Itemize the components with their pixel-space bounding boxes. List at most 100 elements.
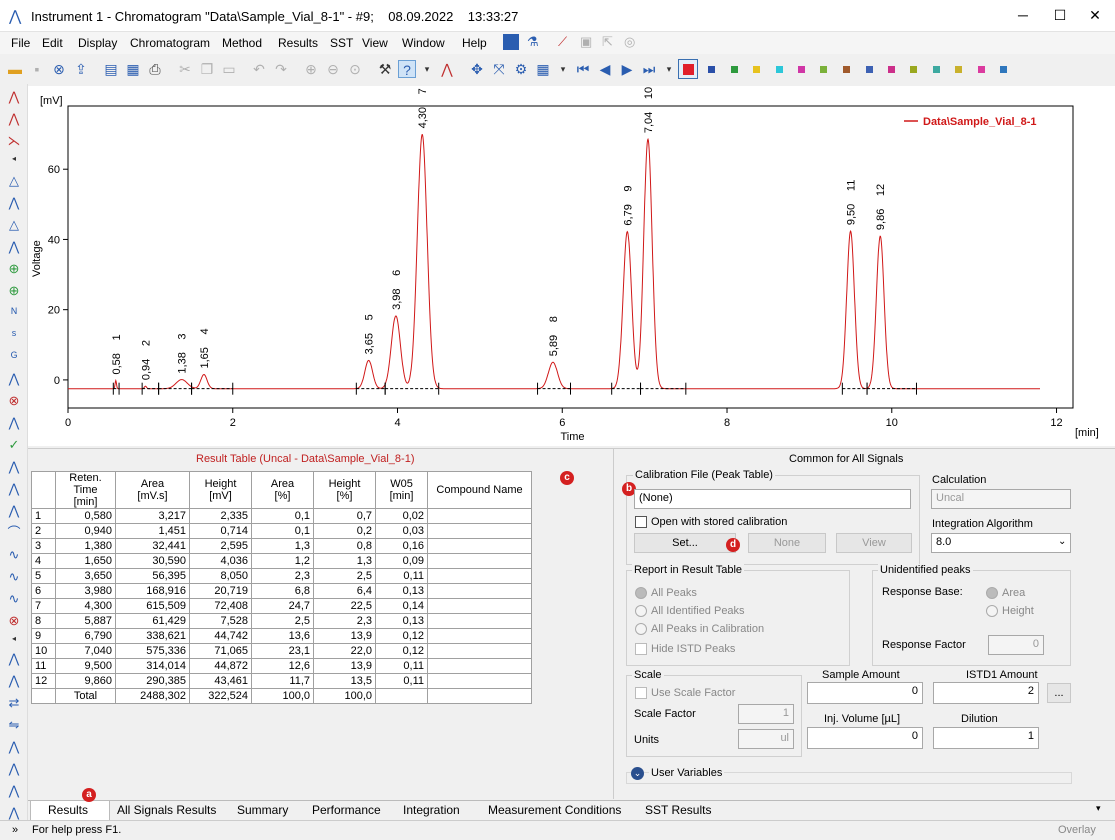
table-cell[interactable]: 71,065 [189, 643, 252, 659]
table-cell[interactable]: 9 [31, 628, 56, 644]
istd-more-button[interactable]: ... [1047, 683, 1071, 703]
table-row[interactable]: Total 2488,302 322,524 100,0 100,0 [31, 688, 532, 704]
table-cell[interactable] [31, 688, 56, 704]
table-row[interactable]: 11 9,500 314,014 44,872 12,6 13,9 0,11 [31, 658, 532, 674]
table-cell[interactable]: 3,650 [55, 568, 116, 584]
table-cell[interactable]: 575,336 [115, 643, 190, 659]
color-swatch[interactable] [978, 66, 985, 73]
table-cell[interactable]: 3,217 [115, 508, 190, 524]
open-folder-icon[interactable]: ▬ [6, 60, 24, 78]
redo-icon[interactable]: ↷ [272, 60, 290, 78]
radio-identified[interactable] [635, 605, 647, 617]
add-peak-icon[interactable]: ⊕ [5, 260, 23, 278]
expand-icon[interactable]: ⌄ [631, 767, 644, 780]
table-cell[interactable]: 10 [31, 643, 56, 659]
peak-icon[interactable]: ⋀ [5, 414, 23, 432]
graph-icon[interactable]: ⟋ [558, 34, 567, 50]
help-tool-icon[interactable]: ? [398, 60, 416, 78]
table-cell[interactable] [427, 583, 532, 599]
units-field[interactable]: ul [738, 729, 794, 749]
table-cell[interactable]: 100,0 [251, 688, 314, 704]
zoom-fit-icon[interactable]: ⊙ [346, 60, 364, 78]
table-cell[interactable]: 56,395 [115, 568, 190, 584]
table-cell[interactable]: 0,714 [189, 523, 252, 539]
hide-istd-checkbox[interactable] [635, 643, 647, 655]
column-header[interactable]: W05 [min] [375, 471, 428, 509]
move-icon[interactable]: ✥ [468, 60, 486, 78]
image-icon[interactable]: ▣ [580, 34, 592, 50]
color-swatch[interactable] [731, 66, 738, 73]
tab-summary[interactable]: Summary [237, 803, 288, 817]
table-cell[interactable]: 2,595 [189, 538, 252, 554]
table-row[interactable]: 8 5,887 61,429 7,528 2,5 2,3 0,13 [31, 613, 532, 629]
table-cell[interactable]: 6,4 [313, 583, 376, 599]
color-swatch[interactable] [888, 66, 895, 73]
table-cell[interactable]: 43,461 [189, 673, 252, 689]
table-cell[interactable]: 30,590 [115, 553, 190, 569]
tab-performance[interactable]: Performance [312, 803, 381, 817]
slope-icon[interactable]: ˢ [5, 326, 23, 344]
color-swatch[interactable] [820, 66, 827, 73]
table-cell[interactable]: 0,7 [313, 508, 376, 524]
table-cell[interactable]: 13,9 [313, 658, 376, 674]
expand-icon[interactable]: ⤧ [490, 60, 508, 78]
table-cell[interactable]: 20,719 [189, 583, 252, 599]
table-cell[interactable]: 12 [31, 673, 56, 689]
table-cell[interactable]: 0,14 [375, 598, 428, 614]
table-cell[interactable]: 615,509 [115, 598, 190, 614]
import-icon[interactable]: ⇪ [72, 60, 90, 78]
table-row[interactable]: 6 3,980 168,916 20,719 6,8 6,4 0,13 [31, 583, 532, 599]
color-swatch[interactable] [798, 66, 805, 73]
preview-icon[interactable]: ▤ [102, 60, 120, 78]
table-cell[interactable]: 12,6 [251, 658, 314, 674]
table-cell[interactable]: 8 [31, 613, 56, 629]
table-cell[interactable]: 6,790 [55, 628, 116, 644]
table-cell[interactable]: 6 [31, 583, 56, 599]
table-cell[interactable] [427, 553, 532, 569]
table-cell[interactable]: 61,429 [115, 613, 190, 629]
table-cell[interactable]: 0,580 [55, 508, 116, 524]
cut-icon[interactable]: ✂ [176, 60, 194, 78]
peak-icon[interactable]: ∿ [5, 546, 23, 564]
color-swatch[interactable] [843, 66, 850, 73]
table-cell[interactable]: 2,5 [313, 568, 376, 584]
none-button[interactable]: None [748, 533, 826, 553]
table-cell[interactable]: 4,036 [189, 553, 252, 569]
menu-window[interactable]: Window [402, 36, 445, 50]
tab-integration[interactable]: Integration [403, 803, 460, 817]
table-cell[interactable]: 44,742 [189, 628, 252, 644]
check-icon[interactable]: ✓ [5, 436, 23, 454]
column-header[interactable]: Height [mV] [189, 471, 252, 509]
table-cell[interactable]: 2,335 [189, 508, 252, 524]
status-arrows[interactable]: » [12, 824, 18, 836]
table-cell[interactable]: 44,872 [189, 658, 252, 674]
table-cell[interactable]: 2488,302 [115, 688, 190, 704]
table-cell[interactable] [427, 643, 532, 659]
scale-factor-field[interactable]: 1 [738, 704, 794, 724]
chevron-down-icon[interactable]: ▾ [554, 60, 572, 78]
radio-in-calibration[interactable] [635, 623, 647, 635]
result-table[interactable]: Reten. Time [min] Area [mV.s] Height [mV] A… [31, 471, 532, 704]
disc-icon[interactable]: ◎ [624, 34, 635, 50]
delete-icon[interactable]: ⊗ [5, 612, 23, 630]
flask-icon[interactable]: ⚗ [527, 34, 539, 50]
radio-all-peaks[interactable] [635, 587, 647, 599]
column-header[interactable]: Height [%] [313, 471, 376, 509]
last-icon[interactable]: ⏭ [640, 60, 658, 78]
radio-height[interactable] [986, 605, 998, 617]
column-header[interactable]: Area [%] [251, 471, 314, 509]
collapse-icon[interactable]: ◂ [5, 630, 23, 648]
table-cell[interactable]: 32,441 [115, 538, 190, 554]
table-cell[interactable]: 22,0 [313, 643, 376, 659]
peak-icon[interactable]: ⋀ [5, 650, 23, 668]
table-cell[interactable]: 0,1 [251, 523, 314, 539]
table-cell[interactable]: 1,451 [115, 523, 190, 539]
table-cell[interactable]: 290,385 [115, 673, 190, 689]
peak-delete-icon[interactable]: ⋋ [5, 132, 23, 150]
peak-icon[interactable]: ∿ [5, 590, 23, 608]
open-stored-checkbox[interactable] [635, 516, 647, 528]
table-cell[interactable]: 0,12 [375, 628, 428, 644]
color-swatch[interactable] [910, 66, 917, 73]
table-cell[interactable]: Total [55, 688, 116, 704]
peak-icon[interactable]: ⌒ [5, 524, 23, 542]
